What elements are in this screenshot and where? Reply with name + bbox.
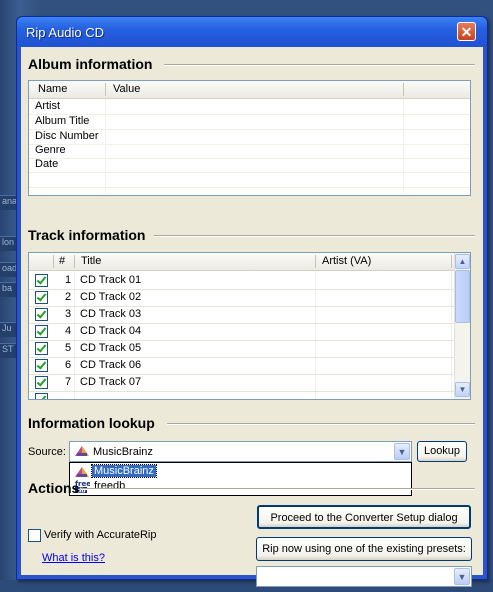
track-row[interactable]: 4 CD Track 04 (29, 323, 454, 341)
column-separator[interactable] (74, 255, 75, 268)
close-icon: ✕ (460, 24, 473, 40)
album-row[interactable]: Genre (29, 144, 470, 159)
track-row[interactable]: 2 CD Track 02 (29, 289, 454, 307)
lookup-button[interactable]: Lookup (417, 441, 467, 462)
column-separator[interactable] (403, 83, 404, 96)
track-number: 1 (65, 274, 72, 286)
column-separator[interactable] (53, 255, 54, 268)
track-checkbox[interactable] (35, 376, 48, 389)
source-option-musicbrainz[interactable]: MusicBrainz (72, 464, 409, 479)
chevron-down-icon: ▼ (457, 572, 467, 582)
track-checkbox[interactable] (35, 342, 48, 355)
track-row[interactable]: 5 CD Track 05 (29, 340, 454, 358)
rip-now-with-preset-button[interactable]: Rip now using one of the existing preset… (256, 537, 472, 561)
album-field-name: Artist (35, 100, 61, 112)
track-row[interactable]: 3 CD Track 03 (29, 306, 454, 324)
column-separator[interactable] (451, 255, 452, 268)
album-field-name: Album Title (35, 115, 90, 127)
column-header-number[interactable]: # (59, 255, 65, 267)
album-field-name: Date (35, 158, 59, 170)
album-info-grid[interactable]: Name Value Artist Album Title Disc Numbe… (28, 80, 471, 196)
album-row[interactable]: Album Title (29, 115, 470, 130)
chevron-up-icon: ▲ (458, 257, 467, 266)
chevron-down-icon: ▼ (397, 447, 407, 457)
column-separator[interactable] (105, 83, 106, 96)
track-grid-header: # Title Artist (VA) (29, 253, 454, 271)
musicbrainz-icon (74, 445, 90, 457)
album-field-name: Genre (35, 144, 66, 156)
chevron-down-icon: ▼ (458, 385, 467, 394)
column-header-title[interactable]: Title (81, 255, 101, 267)
preset-select[interactable]: ▼ (256, 566, 472, 587)
track-title[interactable]: CD Track 02 (80, 291, 141, 303)
source-dropdown-button[interactable]: ▼ (394, 443, 410, 460)
track-number: 5 (65, 342, 72, 354)
window-title: Rip Audio CD (26, 25, 105, 40)
track-number: 3 (65, 308, 72, 320)
track-number: 2 (65, 291, 72, 303)
track-checkbox[interactable] (35, 308, 48, 321)
track-row-partial[interactable] (29, 391, 454, 399)
scroll-down-button[interactable]: ▼ (455, 382, 470, 397)
track-checkbox[interactable] (35, 274, 48, 287)
dialog-body: Album information Name Value Artist Albu… (21, 47, 483, 587)
track-checkbox[interactable] (35, 325, 48, 338)
track-list-scrollbar[interactable]: ▲ ▼ (454, 253, 470, 399)
column-header-name[interactable]: Name (38, 83, 67, 95)
track-number: 7 (65, 376, 72, 388)
musicbrainz-icon (74, 466, 90, 478)
track-title[interactable]: CD Track 06 (80, 359, 141, 371)
actions-section-title: Actions (28, 480, 80, 496)
option-label: freedb (94, 480, 126, 492)
album-grid-header: Name Value (29, 81, 470, 99)
scroll-up-button[interactable]: ▲ (455, 254, 470, 269)
track-row[interactable]: 6 CD Track 06 (29, 357, 454, 375)
track-number: 4 (65, 325, 72, 337)
preset-dropdown-button[interactable]: ▼ (454, 568, 470, 585)
actions-section-divider (81, 488, 475, 490)
track-row[interactable]: 7 CD Track 07 (29, 374, 454, 392)
album-row-empty (29, 173, 470, 188)
close-button[interactable]: ✕ (457, 22, 476, 41)
track-title[interactable]: CD Track 01 (80, 274, 141, 286)
source-label: Source: (28, 446, 66, 458)
source-dropdown-list: MusicBrainz free db freedb (69, 462, 412, 496)
track-checkbox[interactable] (35, 359, 48, 372)
track-checkbox[interactable] (35, 291, 48, 304)
scroll-thumb[interactable] (455, 270, 470, 323)
track-title[interactable]: CD Track 07 (80, 376, 141, 388)
what-is-this-link[interactable]: What is this? (42, 552, 105, 564)
track-checkbox[interactable] (35, 393, 48, 399)
track-title[interactable]: CD Track 03 (80, 308, 141, 320)
track-title[interactable]: CD Track 04 (80, 325, 141, 337)
album-row[interactable]: Artist (29, 100, 470, 115)
column-header-artist[interactable]: Artist (VA) (322, 255, 371, 267)
proceed-to-converter-setup-button[interactable]: Proceed to the Converter Setup dialog (257, 505, 471, 529)
album-section-divider (164, 64, 475, 66)
rip-audio-cd-dialog: Rip Audio CD ✕ Album information Name Va… (16, 16, 488, 587)
column-separator[interactable] (315, 255, 316, 268)
album-row[interactable]: Disc Number (29, 130, 470, 145)
lookup-section-title: Information lookup (28, 415, 155, 431)
track-section-title: Track information (28, 227, 146, 243)
source-option-freedb[interactable]: free db freedb (72, 480, 409, 495)
source-select[interactable]: MusicBrainz ▼ (69, 441, 412, 462)
album-row[interactable]: Date (29, 158, 470, 173)
lookup-section-divider (167, 423, 475, 425)
source-selected-value: MusicBrainz (93, 446, 153, 458)
column-header-value[interactable]: Value (113, 83, 140, 95)
album-section-title: Album information (28, 56, 153, 72)
option-label: MusicBrainz (91, 464, 157, 478)
verify-accuraterip-checkbox[interactable] (28, 529, 41, 542)
verify-accuraterip-label[interactable]: Verify with AccurateRip (44, 529, 157, 541)
track-section-divider (154, 235, 475, 237)
track-number: 6 (65, 359, 72, 371)
track-row[interactable]: 1 CD Track 01 (29, 272, 454, 290)
album-field-name: Disc Number (35, 130, 99, 142)
track-list-grid[interactable]: # Title Artist (VA) 1 CD Track 01 2 CD T… (28, 252, 471, 400)
title-bar[interactable]: Rip Audio CD ✕ (17, 17, 487, 47)
track-title[interactable]: CD Track 05 (80, 342, 141, 354)
